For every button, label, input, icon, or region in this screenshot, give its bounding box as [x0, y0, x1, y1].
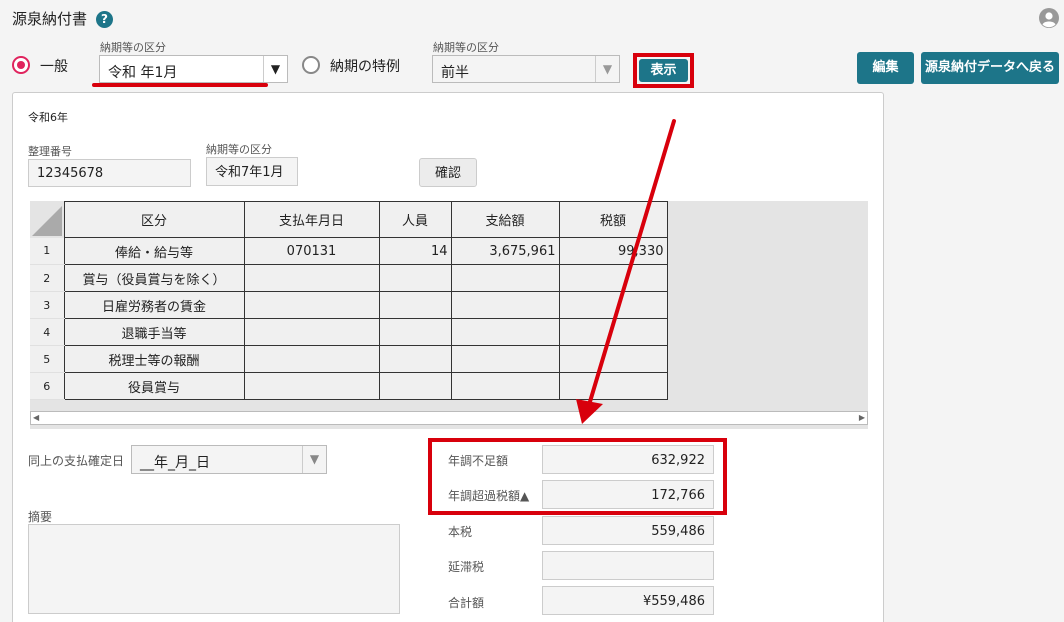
annotation-arrow-icon — [576, 119, 676, 424]
